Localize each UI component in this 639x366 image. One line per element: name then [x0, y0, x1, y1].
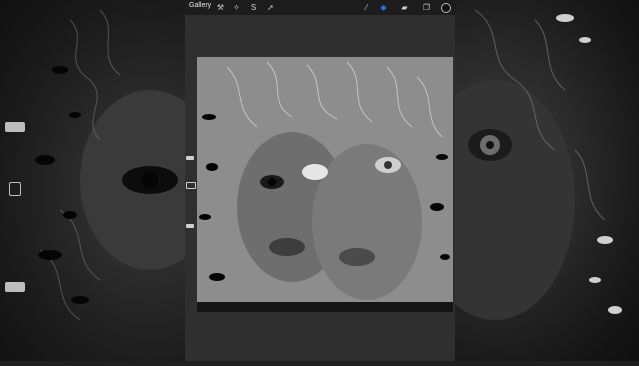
wrench-icon[interactable]: ⚒	[215, 2, 226, 13]
artwork-two-faces	[197, 57, 453, 312]
color-icon[interactable]	[440, 2, 451, 13]
brush-size-slider[interactable]	[5, 122, 25, 132]
magic-wand-icon[interactable]: ✧	[231, 2, 242, 13]
brush-icon[interactable]: ⁄	[361, 2, 372, 13]
background-artwork-right	[415, 0, 639, 361]
eraser-icon[interactable]: ▰	[399, 2, 410, 13]
selection-icon[interactable]: S	[248, 2, 259, 13]
left-sidebar[interactable]	[3, 60, 27, 330]
opacity-slider[interactable]	[5, 282, 25, 292]
gallery-button[interactable]: Gallery	[189, 2, 211, 9]
face-closeup-right	[415, 9, 622, 320]
mini-size-slider[interactable]	[186, 156, 194, 160]
top-toolbar: Gallery ⚒ ✧ S ➚ ⁄ ◆ ▰ ❐	[185, 0, 455, 15]
mini-opacity-slider[interactable]	[186, 224, 194, 228]
background-artwork-left	[0, 0, 220, 361]
artwork-canvas[interactable]	[197, 57, 453, 312]
smudge-icon[interactable]: ◆	[378, 2, 389, 13]
modify-button[interactable]	[9, 182, 21, 196]
mini-modify-button[interactable]	[186, 182, 196, 189]
canvas-side-controls[interactable]	[184, 130, 196, 270]
face-closeup-left	[35, 9, 220, 321]
layers-icon[interactable]: ❐	[421, 2, 432, 13]
arrow-icon[interactable]: ➚	[265, 2, 276, 13]
